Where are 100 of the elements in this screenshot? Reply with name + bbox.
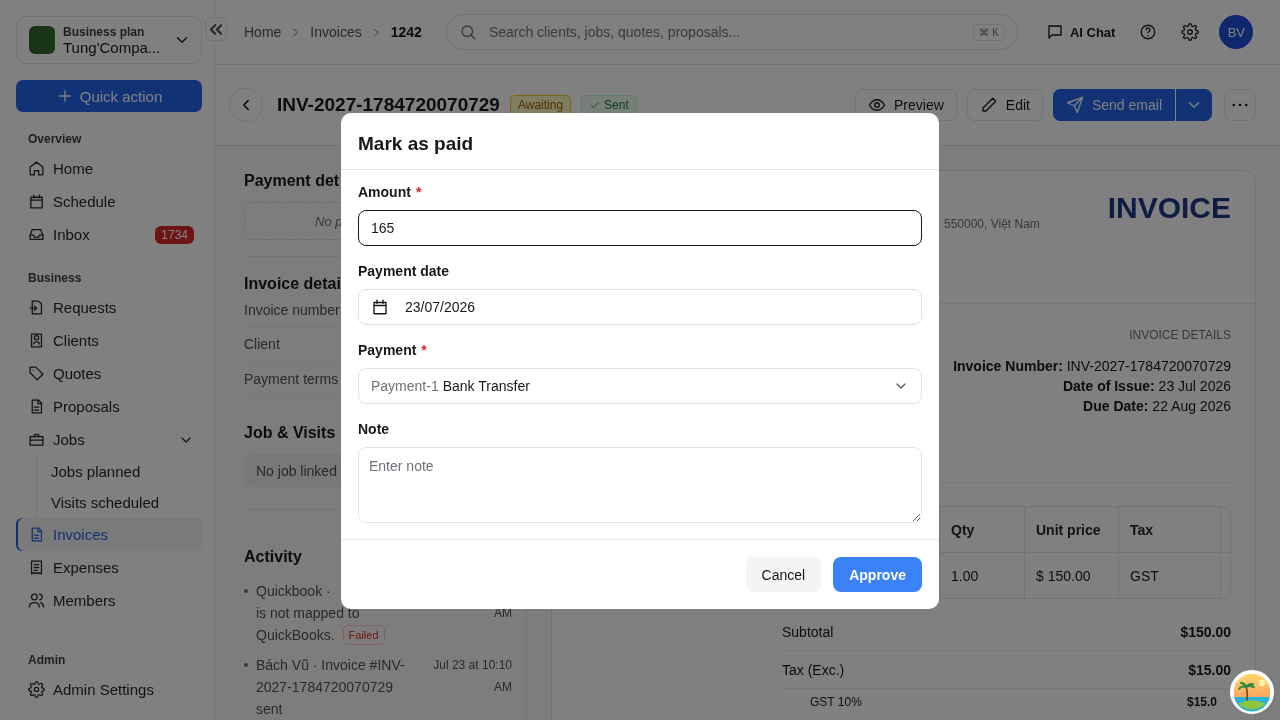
section-heading: Business bbox=[27, 270, 83, 287]
nav-label: Proposals bbox=[53, 398, 121, 415]
nav-label: Jobs bbox=[53, 431, 86, 448]
nav-subitem[interactable]: Jobs planned bbox=[51, 456, 202, 487]
search-input[interactable]: Search clients, jobs, quotes, proposals... bbox=[486, 23, 964, 41]
activity-text: is not mapped to bbox=[256, 604, 360, 623]
nav-item[interactable]: Proposals bbox=[16, 390, 202, 423]
nav-label: Home bbox=[53, 160, 94, 177]
activity-text: QuickBooks. bbox=[256, 626, 335, 645]
nav-item[interactable]: Clients bbox=[16, 324, 202, 357]
field-label: Payment bbox=[358, 342, 417, 358]
bullet-dot bbox=[244, 663, 248, 667]
nav-item[interactable]: Inbox 1734 bbox=[16, 218, 202, 251]
payment-select[interactable]: Payment-1 Bank Transfer bbox=[358, 368, 922, 404]
section-heading: Admin bbox=[27, 652, 67, 669]
workspace-name: Tung'Compa... bbox=[63, 38, 162, 56]
nav-label: Expenses bbox=[53, 559, 120, 576]
send-icon bbox=[1065, 96, 1084, 114]
invoice-detail: Date of Issue: 23 Jul 2026 bbox=[1062, 377, 1231, 396]
breadcrumb-link[interactable]: 1242 bbox=[390, 24, 422, 40]
activity-text: Quickbook · bbox=[256, 582, 331, 601]
nav-label: Admin Settings bbox=[53, 681, 155, 698]
dialog-title: Mark as paid bbox=[358, 133, 475, 155]
approve-button[interactable]: Approve bbox=[833, 557, 922, 592]
field-label: Note bbox=[358, 421, 390, 437]
nav-item[interactable]: Invoices bbox=[16, 518, 202, 551]
empty-text: No job linked bbox=[256, 462, 337, 479]
ai-chat-button[interactable]: AI Chat bbox=[1045, 23, 1116, 41]
invoice-heading: INVOICE bbox=[1107, 191, 1231, 225]
shortcut-hint: ⌘ K bbox=[973, 23, 1005, 41]
breadcrumb-link[interactable]: Invoices bbox=[310, 24, 362, 40]
double-chevron-left-icon bbox=[210, 23, 222, 35]
file-arrow-icon bbox=[28, 299, 45, 316]
column-header: Unit price bbox=[1024, 507, 1118, 552]
status-badge: Awaiting bbox=[509, 95, 572, 115]
activity-text: Bách Vũ · Invoice #INV-2027-1784720070729 sent bbox=[256, 656, 406, 719]
invoice-detail: Due Date: 22 Aug 2026 bbox=[1083, 397, 1231, 416]
section-heading: Activity bbox=[244, 548, 302, 566]
total-value: $150.00 bbox=[1180, 623, 1231, 640]
total-label: GST 10% bbox=[810, 695, 862, 709]
section-heading: Job & Visits bbox=[244, 424, 336, 443]
more-dots-icon bbox=[1232, 103, 1248, 107]
search-icon bbox=[458, 23, 477, 41]
plan-label: Business plan bbox=[63, 24, 146, 39]
activity-time: Jul 23 at 10:10 AM bbox=[432, 657, 512, 696]
settings-icon[interactable] bbox=[1181, 23, 1200, 41]
workspace-avatar bbox=[29, 26, 55, 54]
required-mark: * bbox=[421, 342, 427, 358]
collapse-sidebar-button[interactable] bbox=[205, 17, 227, 41]
nav-subitem[interactable]: Visits scheduled bbox=[51, 487, 202, 518]
nav-label: Quotes bbox=[53, 365, 103, 382]
table-cell: $ 150.00 bbox=[1024, 553, 1118, 598]
cancel-button[interactable]: Cancel bbox=[745, 557, 822, 592]
calendar-icon bbox=[28, 193, 45, 210]
nav-item[interactable]: Admin Settings bbox=[16, 673, 202, 706]
nav-item[interactable]: Home bbox=[16, 152, 202, 185]
total-value: $15.0 bbox=[1186, 695, 1217, 709]
user-avatar[interactable]: BV bbox=[1219, 15, 1254, 49]
help-icon[interactable] bbox=[1139, 23, 1158, 41]
nav-item[interactable]: Members bbox=[16, 584, 202, 617]
breadcrumb-link[interactable]: Home bbox=[244, 24, 282, 40]
action-button[interactable]: Edit bbox=[966, 89, 1043, 121]
status-badge: Failed bbox=[342, 625, 385, 645]
nav-item[interactable]: Requests bbox=[16, 291, 202, 324]
section-heading: Overview bbox=[27, 131, 83, 148]
send-email-button[interactable]: Send email bbox=[1052, 89, 1175, 121]
note-field[interactable]: Enter note bbox=[358, 447, 922, 523]
invoice-detail: Invoice Number: INV-2027-1784720070729 bbox=[953, 357, 1231, 376]
quick-action-button[interactable]: Quick action bbox=[16, 80, 202, 112]
home-icon bbox=[28, 160, 45, 177]
nav-label: Clients bbox=[53, 332, 100, 349]
total-label: Subtotal bbox=[782, 623, 834, 640]
company-address: 550000, Việt Nam bbox=[944, 217, 1040, 231]
field-label: Invoice number bbox=[244, 301, 340, 318]
table-cell: GST bbox=[1118, 553, 1220, 598]
users-icon bbox=[28, 592, 45, 609]
nav-label: Members bbox=[53, 592, 117, 609]
nav-item[interactable]: Expenses bbox=[16, 551, 202, 584]
field-label: Amount bbox=[358, 184, 411, 200]
payment-code: Payment-1 bbox=[371, 378, 439, 394]
required-mark: * bbox=[415, 184, 422, 200]
nav-item[interactable]: Quotes bbox=[16, 357, 202, 390]
date-input[interactable]: 23/07/2026 bbox=[358, 289, 922, 325]
total-label: Tax (Exc.) bbox=[782, 661, 845, 678]
tag-icon bbox=[28, 365, 45, 382]
calendar-icon bbox=[371, 298, 389, 316]
nav-label: Invoices bbox=[53, 526, 110, 543]
chat-bubble-icon bbox=[1045, 23, 1064, 41]
payment-method: Bank Transfer bbox=[442, 378, 530, 394]
field-label: Payment date bbox=[358, 263, 450, 279]
workspace-switcher[interactable]: Business plan Tung'Compa... bbox=[16, 16, 202, 64]
receipt-icon bbox=[28, 559, 45, 576]
send-options-button[interactable] bbox=[1176, 89, 1212, 121]
nav-item[interactable]: Jobs bbox=[16, 423, 202, 456]
date-value: 23/07/2026 bbox=[405, 299, 476, 315]
nav-item[interactable]: Schedule bbox=[16, 185, 202, 218]
amount-input[interactable]: 165 bbox=[358, 210, 922, 246]
section-heading: Payment det bbox=[244, 172, 340, 190]
unread-count: 1734 bbox=[155, 225, 194, 244]
bullet-dot bbox=[244, 589, 248, 593]
